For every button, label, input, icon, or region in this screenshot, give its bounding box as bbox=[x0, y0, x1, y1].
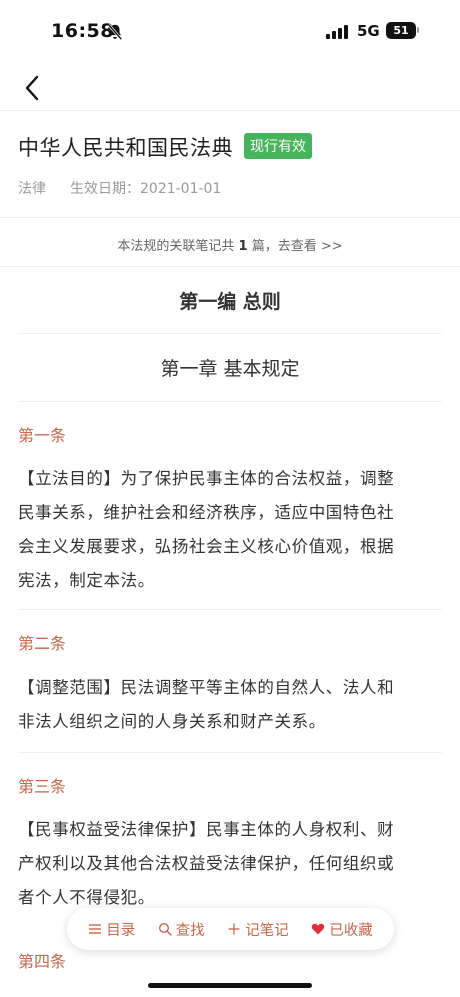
notes-count: 1 bbox=[238, 239, 248, 254]
article-line: 【民事权益受法律保护】民事主体的人身权利、财 bbox=[18, 820, 395, 839]
article-line: 会主义发展要求，弘扬社会主义核心价值观，根据 bbox=[18, 537, 395, 556]
battery-tip bbox=[417, 27, 419, 33]
add-note-button[interactable]: 记笔记 bbox=[227, 919, 289, 940]
law-title: 中华人民共和国民法典 bbox=[18, 136, 233, 160]
status-time: 16:58 bbox=[51, 20, 114, 42]
bottom-toolbar: 目录 查找 记笔记 已收藏 bbox=[67, 908, 394, 950]
status-bar: 16:58 5G 51 bbox=[0, 0, 460, 62]
divider bbox=[0, 217, 460, 218]
heart-icon bbox=[312, 923, 325, 935]
divider bbox=[18, 401, 442, 402]
article-line: 【调整范围】民法调整平等主体的自然人、法人和 bbox=[18, 678, 395, 697]
search-label: 查找 bbox=[175, 922, 205, 939]
plus-icon bbox=[228, 923, 240, 935]
part-title: 第一编 总则 bbox=[179, 291, 281, 313]
divider bbox=[0, 110, 460, 111]
article-body: 【调整范围】民法调整平等主体的自然人、法人和 非法人组织之间的人身关系和财产关系… bbox=[18, 671, 446, 739]
battery-icon: 51 bbox=[386, 22, 416, 39]
status-badge: 现行有效 bbox=[244, 133, 312, 159]
catalog-label: 目录 bbox=[106, 922, 136, 939]
effective-date: 生效日期：2021-01-01 bbox=[70, 181, 222, 197]
article-title: 第三条 bbox=[18, 777, 67, 796]
divider bbox=[18, 609, 442, 610]
bell-off-icon bbox=[107, 23, 123, 41]
article-body: 【民事权益受法律保护】民事主体的人身权利、财 产权利以及其他合法权益受法律保护，… bbox=[18, 813, 446, 915]
search-button[interactable]: 查找 bbox=[158, 919, 205, 940]
catalog-button[interactable]: 目录 bbox=[88, 919, 135, 940]
divider bbox=[18, 333, 442, 334]
chapter-title: 第一章 基本规定 bbox=[160, 358, 300, 380]
chevron-left-icon bbox=[25, 75, 39, 101]
article-title: 第四条 bbox=[18, 952, 67, 971]
note-label: 记笔记 bbox=[245, 922, 289, 939]
law-detail-page: 16:58 5G 51 中华人民共和国民法典 现行有效 法律 生效日期：2021… bbox=[0, 0, 460, 997]
article-line: 非法人组织之间的人身关系和财产关系。 bbox=[18, 712, 326, 731]
law-type: 法律 bbox=[18, 181, 46, 197]
article-line: 宪法，制定本法。 bbox=[18, 571, 155, 590]
article-title: 第二条 bbox=[18, 634, 67, 653]
battery-level: 51 bbox=[393, 24, 409, 37]
favorited-label: 已收藏 bbox=[329, 922, 373, 939]
article-body: 【立法目的】为了保护民事主体的合法权益，调整 民事关系，维护社会和经济秩序，适应… bbox=[18, 462, 446, 598]
article-line: 民事关系，维护社会和经济秩序，适应中国特色社 bbox=[18, 503, 395, 522]
article-line: 【立法目的】为了保护民事主体的合法权益，调整 bbox=[18, 469, 395, 488]
article-line: 产权利以及其他合法权益受法律保护，任何组织或 bbox=[18, 854, 395, 873]
home-indicator bbox=[148, 983, 312, 988]
search-icon bbox=[158, 922, 172, 936]
notes-link-suffix: 篇，去查看 >> bbox=[247, 239, 343, 254]
related-notes-link[interactable]: 本法规的关联笔记共 1 篇，去查看 >> bbox=[0, 235, 460, 254]
network-type: 5G bbox=[357, 22, 380, 40]
favorite-button[interactable]: 已收藏 bbox=[311, 919, 373, 940]
back-button[interactable] bbox=[16, 70, 48, 106]
article-title: 第一条 bbox=[18, 426, 67, 445]
notes-link-prefix: 本法规的关联笔记共 bbox=[117, 239, 239, 254]
signal-icon bbox=[326, 25, 348, 39]
divider bbox=[0, 266, 460, 267]
divider bbox=[18, 752, 442, 753]
menu-icon bbox=[89, 924, 102, 934]
